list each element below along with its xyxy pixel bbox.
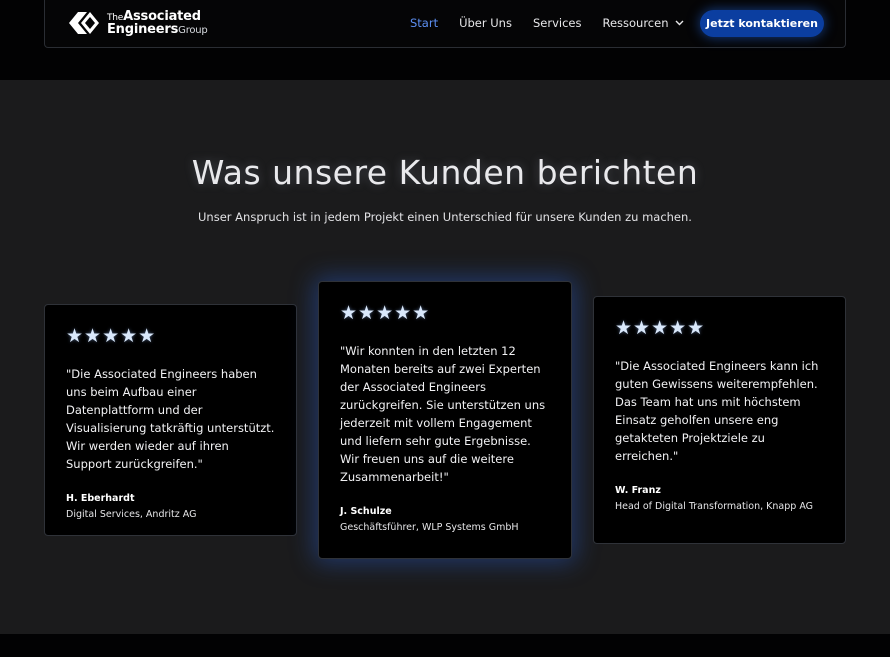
star-rating-icon: ★★★★★ xyxy=(340,302,431,324)
star-rating-icon: ★★★★★ xyxy=(66,325,157,347)
brand-wordmark: TheAssociated EngineersGroup xyxy=(107,10,208,36)
header-band: TheAssociated EngineersGroup Start Über … xyxy=(0,0,890,80)
section-subtitle: Unser Anspruch ist in jedem Projekt eine… xyxy=(198,210,692,224)
nav-link-start[interactable]: Start xyxy=(410,16,438,30)
star-rating-icon: ★★★★★ xyxy=(615,317,706,339)
testimonial-quote: "Wir konnten in den letzten 12 Monaten b… xyxy=(340,344,546,484)
testimonial-role: Head of Digital Transformation, Knapp AG xyxy=(615,501,814,512)
nav-link-services[interactable]: Services xyxy=(533,16,582,30)
testimonial-quote: "Die Associated Engineers haben uns beim… xyxy=(66,367,275,471)
section-title: Was unsere Kunden berichten xyxy=(191,153,699,192)
brand-logo[interactable]: TheAssociated EngineersGroup xyxy=(67,10,208,36)
testimonial-role: Digital Services, Andritz AG xyxy=(66,509,197,520)
testimonial-author: W. Franz xyxy=(615,485,661,496)
logo-diamond-icon xyxy=(69,12,99,34)
testimonial-card-featured: ★★★★★ "Wir konnten in den letzten 12 Mon… xyxy=(318,281,572,559)
testimonial-author: J. Schulze xyxy=(340,506,392,517)
main-nav: Start Über Uns Services Ressourcen xyxy=(410,16,705,30)
testimonial-card: ★★★★★ "Die Associated Engineers haben un… xyxy=(44,304,297,536)
footer-band xyxy=(0,634,890,657)
testimonial-author: H. Eberhardt xyxy=(66,493,135,504)
testimonial-quote: "Die Associated Engineers kann ich guten… xyxy=(615,359,819,463)
nav-link-ueber-uns[interactable]: Über Uns xyxy=(459,16,512,30)
brand-suffix: Group xyxy=(178,25,208,36)
nav-link-ressourcen[interactable]: Ressourcen xyxy=(602,16,683,30)
brand-name-line2: Engineers xyxy=(107,22,179,37)
chevron-down-icon xyxy=(675,20,683,26)
navbar: TheAssociated EngineersGroup Start Über … xyxy=(44,0,846,48)
testimonial-card: ★★★★★ "Die Associated Engineers kann ich… xyxy=(593,296,846,544)
testimonials-section: Was unsere Kunden berichten Unser Anspru… xyxy=(0,80,890,634)
testimonial-role: Geschäftsführer, WLP Systems GmbH xyxy=(340,522,519,533)
contact-cta-button[interactable]: Jetzt kontaktieren xyxy=(700,10,824,37)
nav-link-ressourcen-label: Ressourcen xyxy=(602,16,669,30)
